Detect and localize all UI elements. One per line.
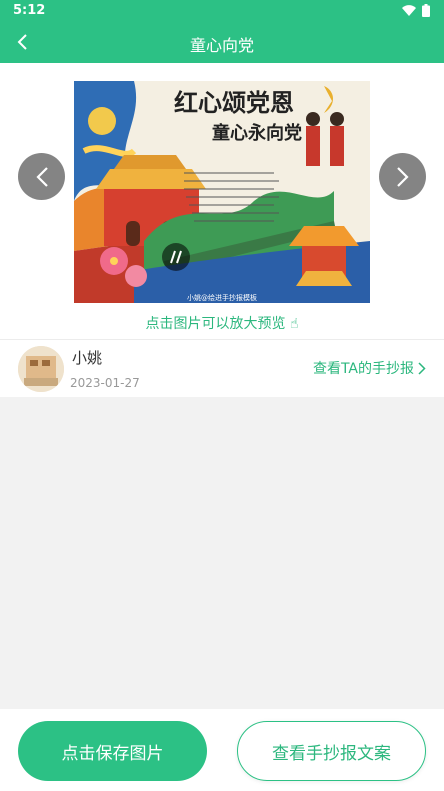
post-date: 2023-01-27 <box>70 376 140 390</box>
author-row: 小姚 2023-01-27 查看TA的手抄报 <box>0 339 444 397</box>
chevron-right-icon <box>396 166 409 187</box>
view-author-posters-link[interactable]: 查看TA的手抄报 <box>313 358 426 378</box>
chevron-right-icon <box>418 361 426 375</box>
top-bar: 5:12 童心向党 <box>0 0 444 63</box>
avatar-image <box>18 346 64 392</box>
poster-headline-2: 童心永向党 <box>212 122 302 144</box>
battery-icon <box>422 4 430 17</box>
poster-watermark: 小姚@绘进手抄报模板 <box>187 293 257 302</box>
prev-image-button[interactable] <box>18 153 65 200</box>
poster-image[interactable]: 红心颂党恩 童心永向党 小姚@绘进手抄报模板 <box>74 81 370 303</box>
app-bar: 童心向党 <box>0 22 444 63</box>
zoom-hint: 点击图片可以放大预览 ☝ <box>145 316 299 332</box>
save-image-button[interactable]: 点击保存图片 <box>18 721 207 781</box>
next-image-button[interactable] <box>379 153 426 200</box>
poster-headline-1: 红心颂党恩 <box>174 88 294 117</box>
preview-area: 红心颂党恩 童心永向党 小姚@绘进手抄报模板 点击图片可以放大预览 ☝ <box>0 63 444 339</box>
view-author-posters-label: 查看TA的手抄报 <box>312 361 414 377</box>
poster-illustration: 红心颂党恩 童心永向党 小姚@绘进手抄报模板 <box>74 81 370 303</box>
status-bar: 5:12 <box>0 0 444 22</box>
bottom-actions: 点击保存图片 查看手抄报文案 <box>0 709 444 791</box>
system-icons <box>402 4 430 17</box>
author-name: 小姚 <box>72 349 103 367</box>
avatar[interactable] <box>18 346 64 392</box>
chevron-left-icon <box>35 166 48 187</box>
wifi-icon <box>402 5 416 16</box>
page-title: 童心向党 <box>189 36 254 55</box>
view-copy-text-button[interactable]: 查看手抄报文案 <box>237 721 426 781</box>
status-time: 5:12 <box>13 3 46 18</box>
